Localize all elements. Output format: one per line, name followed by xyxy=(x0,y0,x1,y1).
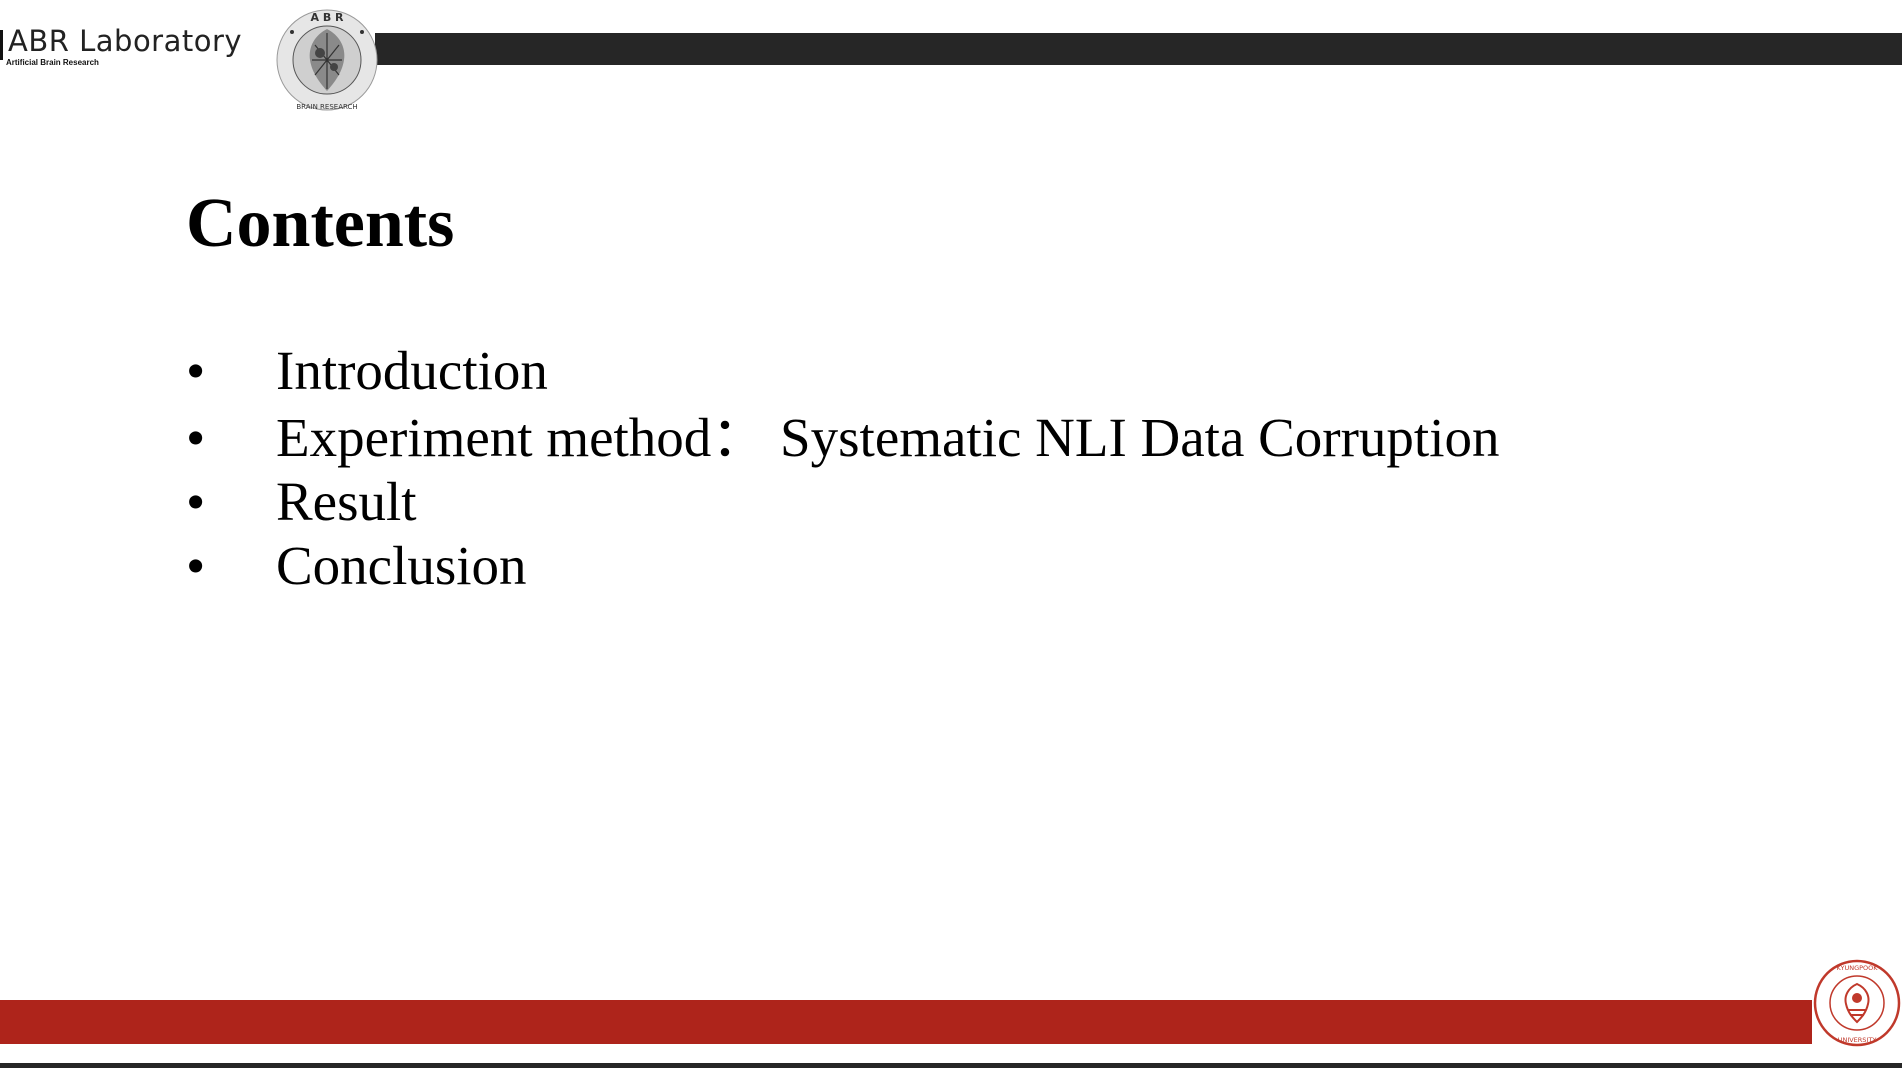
list-item: • Result xyxy=(186,470,1499,534)
slide: ABR Laboratory Artificial Brain Research… xyxy=(0,0,1902,1068)
svg-text:BRAIN RESEARCH: BRAIN RESEARCH xyxy=(296,103,357,111)
list-item-label: Introduction xyxy=(276,340,548,401)
list-item-label: Result xyxy=(276,471,417,532)
logo-bracket xyxy=(0,30,3,60)
abr-lab-logo: ABR Laboratory Artificial Brain Research xyxy=(0,22,275,70)
footer-line xyxy=(0,1063,1902,1068)
abr-lab-seal-icon: A B R BRAIN RESEARCH xyxy=(276,9,378,111)
bullet-icon: • xyxy=(186,407,206,468)
svg-text:KYUNGPOOK: KYUNGPOOK xyxy=(1836,964,1878,972)
bullet-icon: • xyxy=(186,535,206,596)
bullet-icon: • xyxy=(186,340,206,401)
list-item: • Experiment method： Systematic NLI Data… xyxy=(186,406,1499,470)
logo-text: ABR Laboratory xyxy=(8,24,243,58)
slide-title: Contents xyxy=(186,185,455,262)
bullet-icon: • xyxy=(186,471,206,532)
list-item: • Introduction xyxy=(186,336,1499,406)
svg-text:UNIVERSITY: UNIVERSITY xyxy=(1838,1036,1877,1044)
footer-bar xyxy=(0,1000,1812,1044)
university-seal-icon: KYUNGPOOK UNIVERSITY xyxy=(1813,959,1901,1047)
svg-text:A B R: A B R xyxy=(310,11,344,24)
list-item: • Conclusion xyxy=(186,534,1499,598)
header-bar xyxy=(375,33,1902,65)
list-item-label: Conclusion xyxy=(276,535,527,596)
contents-list: • Introduction • Experiment method： Syst… xyxy=(186,336,1499,598)
logo-subtitle: Artificial Brain Research xyxy=(6,58,99,67)
list-item-label: Experiment method： Systematic NLI Data C… xyxy=(276,407,1500,468)
